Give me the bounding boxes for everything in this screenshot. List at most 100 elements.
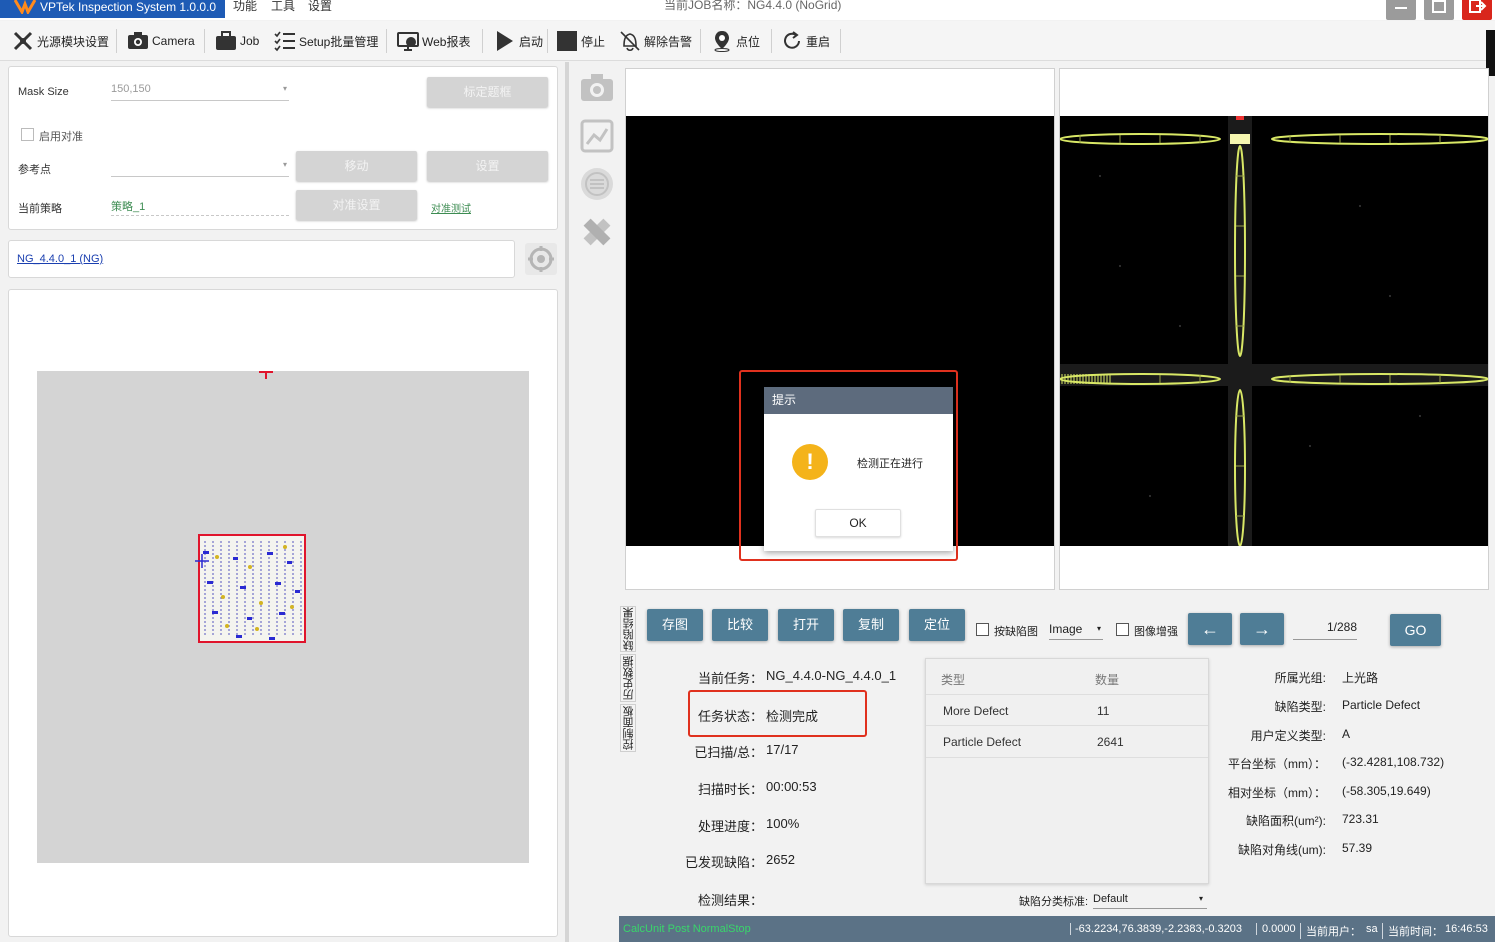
job-link[interactable]: NG_4.4.0_1 (NG) (17, 253, 103, 265)
restart-icon (784, 31, 800, 49)
table-header-type: 类型 (941, 673, 966, 687)
image-select[interactable]: Image ▾ (1049, 618, 1103, 640)
table-header-count: 数量 (1095, 673, 1120, 687)
stop-icon (557, 31, 577, 51)
point-label: 点位 (736, 34, 761, 49)
origin-crosshair-icon (259, 365, 273, 379)
page-input[interactable]: 1/288 (1293, 620, 1357, 640)
setup-batch-button[interactable]: Setup批量管理 (274, 28, 378, 54)
light-group-value: 上光路 (1342, 671, 1379, 685)
align-test-link[interactable]: 对准测试 (431, 200, 471, 215)
classify-standard-select[interactable]: Default ▾ (1093, 889, 1207, 909)
maximize-button[interactable] (1424, 0, 1454, 20)
go-button[interactable]: GO (1390, 614, 1441, 646)
task-status-label: 任务状态： (697, 709, 763, 724)
setup-batch-label: Setup批量管理 (299, 34, 379, 49)
mask-size-field[interactable]: 150,150 ▾ (111, 83, 289, 101)
defect-count-cell: 11 (1097, 704, 1110, 718)
toolbar-divider (116, 29, 117, 53)
briefcase-icon (216, 31, 236, 50)
toolbar-divider (771, 29, 772, 53)
start-button[interactable]: 启动 (494, 28, 543, 54)
ref-point-field[interactable]: ▾ (111, 159, 289, 177)
job-button[interactable]: Job (215, 28, 259, 54)
enhance-checkbox[interactable] (1116, 623, 1129, 636)
scanned-value: 17/17 (766, 742, 799, 757)
page-value: 1/288 (1326, 620, 1357, 634)
scan-duration-label: 扫描时长： (697, 782, 763, 797)
mask-size-value: 150,150 (111, 83, 151, 95)
status-value: 0.0000 (1256, 923, 1296, 935)
scanned-label: 已扫描/总： (694, 745, 763, 760)
toolbar-divider (386, 29, 387, 53)
refresh-gear-button[interactable] (525, 243, 557, 275)
user-type-label: 用户定义类型: (1250, 729, 1326, 743)
maximize-icon (1432, 0, 1446, 13)
light-module-button[interactable]: 光源模块设置 (12, 28, 109, 54)
wafer-scan-icon[interactable] (579, 166, 615, 202)
web-report-label: Web报表 (422, 34, 471, 49)
capture-camera-icon[interactable] (579, 70, 615, 106)
camera-button[interactable]: Camera (127, 28, 195, 54)
toolbar-divider (482, 29, 483, 53)
play-icon (497, 31, 513, 51)
result-label: 检测结果： (697, 893, 763, 908)
enable-align-checkbox[interactable] (21, 128, 34, 141)
copy-button[interactable]: 复制 (843, 609, 899, 641)
platform-coord-value: (-32.4281,108.732) (1342, 755, 1445, 769)
align-settings-button[interactable]: 对准设置 (296, 190, 417, 220)
defect-type-table: 类型 数量 More Defect 11 Particle Defect 264… (925, 658, 1209, 884)
restart-button[interactable]: 重启 (781, 28, 830, 54)
ok-button[interactable]: OK (815, 509, 901, 537)
set-button[interactable]: 设置 (427, 151, 548, 181)
tab-defect-results[interactable]: 缺陷结果 (620, 606, 636, 652)
table-divider (926, 757, 1208, 758)
toolbar-divider (840, 29, 841, 53)
point-button[interactable]: 点位 (711, 28, 760, 54)
image-chart-icon[interactable] (579, 118, 615, 154)
web-report-button[interactable]: Web报表 (397, 28, 470, 54)
clear-alarm-button[interactable]: 解除告警 (619, 28, 692, 54)
strategy-field[interactable]: 策略_1 (111, 198, 289, 216)
prev-button[interactable]: ← (1188, 613, 1232, 645)
next-button[interactable]: → (1240, 613, 1284, 645)
save-image-button[interactable]: 存图 (647, 609, 703, 641)
camera-image-right (1059, 116, 1489, 547)
measure-ruler-icon[interactable] (579, 214, 615, 250)
message-dialog: 提示 ! 检测正在进行 OK (764, 387, 953, 551)
calibrate-frame-button[interactable]: 标定题框 (427, 77, 548, 107)
menu-function[interactable]: 功能 (233, 0, 257, 12)
table-row[interactable]: More Defect 11 (926, 695, 1208, 726)
chevron-down-icon: ▾ (1198, 894, 1203, 903)
status-user: sa (1366, 923, 1378, 935)
menu-settings[interactable]: 设置 (308, 0, 332, 12)
toolbar-divider (204, 29, 205, 53)
enable-align-label: 启用对准 (39, 131, 83, 143)
by-defect-checkbox[interactable] (976, 623, 989, 636)
refresh-settings-icon (528, 246, 554, 272)
menu-tools[interactable]: 工具 (271, 0, 295, 12)
open-button[interactable]: 打开 (778, 609, 834, 641)
app-logo-icon (14, 0, 36, 14)
table-row[interactable]: Particle Defect 2641 (926, 726, 1208, 757)
close-button[interactable] (1462, 0, 1492, 20)
image-pane-right[interactable] (1059, 68, 1489, 590)
move-button[interactable]: 移动 (296, 151, 417, 181)
tab-control-panel[interactable]: 控制面板 (620, 704, 636, 752)
minimize-button[interactable] (1386, 0, 1416, 20)
tab-history-data[interactable]: 历史数据 (620, 654, 636, 702)
job-link-panel: NG_4.4.0_1 (NG) (8, 240, 515, 278)
locate-button[interactable]: 定位 (909, 609, 965, 641)
stop-button[interactable]: 停止 (556, 28, 605, 54)
image-select-value: Image (1049, 622, 1083, 636)
relative-coord-label: 相对坐标（mm）： (1228, 786, 1326, 800)
window-caption: 当前JOB名称：NG4.4.0 (NoGrid) (664, 0, 842, 12)
bell-off-icon (620, 31, 640, 52)
compare-button[interactable]: 比较 (712, 609, 768, 641)
defects-found-value: 2652 (766, 852, 795, 867)
clear-alarm-label: 解除告警 (644, 34, 693, 49)
wafer-map-canvas[interactable] (37, 365, 529, 863)
status-coords: -63.2234,76.3839,-2.2383,-0.3203 (1070, 923, 1242, 935)
stop-label: 停止 (581, 34, 606, 49)
light-module-label: 光源模块设置 (37, 34, 110, 49)
